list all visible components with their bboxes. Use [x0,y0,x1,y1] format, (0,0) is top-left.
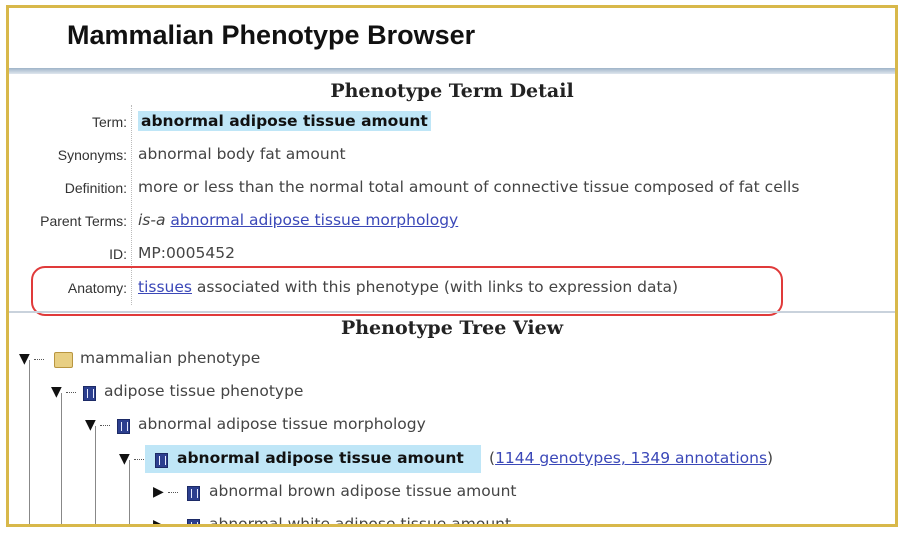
tree-node-label[interactable]: abnormal brown adipose tissue amount [209,482,517,500]
tree-node-label[interactable]: abnormal adipose tissue amount [177,449,464,467]
term-value: abnormal adipose tissue amount [138,111,431,131]
id-value: MP:0005452 [138,244,235,262]
synonyms-value: abnormal body fat amount [138,145,346,163]
parent-terms-value: is-a abnormal adipose tissue morphology [138,211,458,229]
app-title: Mammalian Phenotype Browser [67,20,476,50]
expanded-arrow-icon[interactable]: ▼ [85,417,96,433]
tree-connector [168,492,178,493]
id-label: ID: [109,246,127,262]
genotypes-annotations-link[interactable]: 1144 genotypes, 1349 annotations [495,449,767,467]
tree-connector [34,359,44,360]
tree-connector [168,525,178,526]
header-bar [9,68,895,74]
parent-relation: is-a [138,211,166,229]
term-icon [187,486,200,501]
term-row: Term: abnormal adipose tissue amount [9,107,889,137]
tree-line [95,426,96,524]
parent-terms-row: Parent Terms: is-a abnormal adipose tiss… [9,206,889,236]
tree-line [129,460,130,524]
term-icon [155,453,168,468]
expanded-arrow-icon[interactable]: ▼ [51,384,62,400]
annotation-counts: (1144 genotypes, 1349 annotations) [489,449,773,467]
synonyms-label: Synonyms: [57,147,127,163]
definition-value: more or less than the normal total amoun… [138,178,800,196]
detail-section-title: Phenotype Term Detail [330,80,574,102]
tree-node-label[interactable]: adipose tissue phenotype [104,382,303,400]
tree-section-title: Phenotype Tree View [340,317,564,339]
folder-icon [54,352,73,368]
tree-node-label[interactable]: abnormal white adipose tissue amount [209,515,511,524]
tree-connector [66,392,76,393]
term-icon [187,519,200,524]
synonyms-row: Synonyms: abnormal body fat amount [9,140,889,170]
section-separator [9,311,895,313]
id-row: ID: MP:0005452 [9,239,889,269]
parent-term-link[interactable]: abnormal adipose tissue morphology [170,211,458,229]
tree-line [61,393,62,524]
tree-node-label[interactable]: abnormal adipose tissue morphology [138,415,426,433]
collapsed-arrow-icon[interactable]: ▶ [153,484,164,500]
term-icon [117,419,130,434]
parent-terms-label: Parent Terms: [40,213,127,229]
tree-connector [100,425,110,426]
term-icon [83,386,96,401]
collapsed-arrow-icon[interactable]: ▶ [153,517,164,524]
tree-node-label[interactable]: mammalian phenotype [80,349,260,367]
expanded-arrow-icon[interactable]: ▼ [19,351,30,367]
tree-connector [134,459,144,460]
term-label: Term: [92,114,127,130]
counts-close-paren: ) [767,449,774,467]
expanded-arrow-icon[interactable]: ▼ [119,451,130,467]
term-value-text: abnormal adipose tissue amount [138,111,431,131]
anatomy-highlight-oval [31,266,783,316]
definition-row: Definition: more or less than the normal… [9,173,889,203]
tree-line [29,360,30,524]
browser-frame: Mammalian Phenotype Browser Phenotype Te… [6,5,898,527]
definition-label: Definition: [64,180,127,196]
